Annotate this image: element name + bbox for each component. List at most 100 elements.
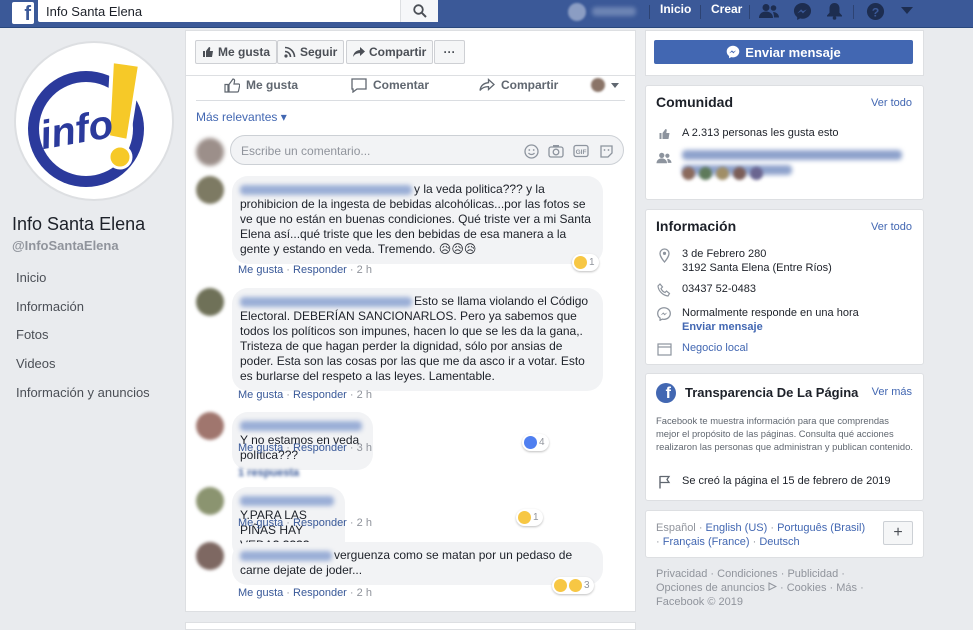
help-icon[interactable]: ? xyxy=(864,1,886,21)
footer-ad-choices-link[interactable]: Opciones de anuncios xyxy=(656,582,765,594)
comment-sort-dropdown[interactable]: Más relevantes ▾ xyxy=(196,110,287,124)
friends-icon[interactable] xyxy=(758,1,780,21)
comment-time[interactable]: 3 h xyxy=(357,442,372,454)
comment-like-link[interactable]: Me gusta xyxy=(238,389,283,401)
page-title[interactable]: Info Santa Elena xyxy=(12,214,145,235)
nav-create-link[interactable]: Crear xyxy=(711,2,742,16)
sidebar-item-home[interactable]: Inicio xyxy=(0,264,180,293)
comment-like-link[interactable]: Me gusta xyxy=(238,442,283,454)
comment-reply-link[interactable]: Responder xyxy=(293,264,347,276)
search-button[interactable] xyxy=(400,0,438,22)
post-reaction-identity-selector[interactable] xyxy=(591,76,619,94)
gif-icon[interactable]: GIF xyxy=(572,142,590,160)
blurred-commenter-name[interactable] xyxy=(240,550,332,561)
community-see-all-link[interactable]: Ver todo xyxy=(871,97,912,109)
footer-advertising-link[interactable]: Publicidad xyxy=(787,568,838,580)
comment-reply-link[interactable]: Responder xyxy=(293,517,347,529)
comment-reply-link[interactable]: Responder xyxy=(293,442,347,454)
comment-time[interactable]: 2 h xyxy=(357,517,372,529)
comment-input[interactable]: Escribe un comentario... GIF xyxy=(230,135,624,165)
address-line-1: 3 de Febrero 280 xyxy=(682,248,767,260)
messenger-icon[interactable] xyxy=(791,1,813,21)
camera-icon[interactable] xyxy=(547,142,565,160)
footer-cookies-link[interactable]: Cookies xyxy=(787,582,827,594)
post-share-button[interactable]: Compartir xyxy=(479,76,558,94)
reaction-count[interactable]: 4 xyxy=(522,434,549,451)
blurred-commenter-name[interactable] xyxy=(240,420,362,431)
info-send-message-link[interactable]: Enviar mensaje xyxy=(682,321,763,333)
avatar[interactable] xyxy=(196,542,224,570)
more-options-button[interactable]: ··· xyxy=(434,40,465,64)
reaction-count[interactable]: 1 xyxy=(572,254,599,271)
sidebar-item-photos[interactable]: Fotos xyxy=(0,321,180,350)
wow-reaction-icon xyxy=(569,579,582,592)
reaction-number: 4 xyxy=(539,437,545,448)
footer-copyright: Facebook © 2019 xyxy=(656,596,743,608)
facebook-logo-icon[interactable]: f xyxy=(12,2,34,24)
blurred-commenter-name[interactable] xyxy=(240,495,334,506)
send-message-button[interactable]: Enviar mensaje xyxy=(654,40,913,64)
emoji-icon[interactable] xyxy=(522,142,540,160)
view-replies-link[interactable]: 1 respuesta xyxy=(238,467,299,479)
comment-like-link[interactable]: Me gusta xyxy=(238,517,283,529)
avatar[interactable] xyxy=(196,412,224,440)
search-input[interactable] xyxy=(38,0,400,22)
avatar[interactable] xyxy=(196,176,224,204)
avatar[interactable] xyxy=(699,167,712,180)
language-option[interactable]: Português (Brasil) xyxy=(777,522,865,534)
transparency-card: f Transparencia De La Página Ver más Fac… xyxy=(645,373,924,501)
page-username[interactable]: @InfoSantaElena xyxy=(12,238,119,253)
community-likes-text: A 2.313 personas les gusta esto xyxy=(682,127,839,139)
language-option[interactable]: English (US) xyxy=(706,522,768,534)
post-like-button[interactable]: Me gusta xyxy=(224,76,298,94)
sidebar-item-about[interactable]: Información xyxy=(0,293,180,322)
comment-reply-link[interactable]: Responder xyxy=(293,389,347,401)
comment-reply-link[interactable]: Responder xyxy=(293,587,347,599)
post-comment-button[interactable]: Comentar xyxy=(351,76,429,94)
account-menu-icon[interactable] xyxy=(896,1,918,21)
avatar[interactable] xyxy=(716,167,729,180)
nav-home-link[interactable]: Inicio xyxy=(660,2,691,16)
add-language-button[interactable]: + xyxy=(883,521,913,545)
transparency-see-more-link[interactable]: Ver más xyxy=(872,386,912,398)
language-option[interactable]: Français (France) xyxy=(663,536,750,548)
footer-privacy-link[interactable]: Privacidad xyxy=(656,568,707,580)
avatar[interactable] xyxy=(733,167,746,180)
comment-time[interactable]: 2 h xyxy=(357,389,372,401)
sidebar-item-videos[interactable]: Videos xyxy=(0,350,180,379)
comment-like-link[interactable]: Me gusta xyxy=(238,587,283,599)
avatar[interactable] xyxy=(196,487,224,515)
comment-text: Esto se llama violando el Código Elector… xyxy=(240,294,589,383)
blurred-commenter-name[interactable] xyxy=(240,296,412,307)
avatar[interactable] xyxy=(196,288,224,316)
sidebar-item-info-ads[interactable]: Información y anuncios xyxy=(0,379,180,408)
comment-like-link[interactable]: Me gusta xyxy=(238,264,283,276)
footer-more-link[interactable]: Más xyxy=(836,582,857,594)
blurred-commenter-name[interactable] xyxy=(240,184,412,195)
reaction-number: 1 xyxy=(533,512,539,523)
nav-profile-link[interactable] xyxy=(568,3,640,21)
thumbs-up-icon xyxy=(203,47,213,57)
reaction-count[interactable]: 3 xyxy=(552,577,594,594)
page-profile-picture[interactable]: info xyxy=(14,41,174,201)
footer-terms-link[interactable]: Condiciones xyxy=(717,568,778,580)
category-link[interactable]: Negocio local xyxy=(682,341,748,355)
comment-input-placeholder: Escribe un comentario... xyxy=(241,144,371,158)
sticker-icon[interactable] xyxy=(597,142,615,160)
notifications-icon[interactable] xyxy=(823,1,845,21)
information-see-all-link[interactable]: Ver todo xyxy=(871,221,912,233)
send-message-label: Enviar mensaje xyxy=(745,44,841,60)
comment-time[interactable]: 2 h xyxy=(357,264,372,276)
share-page-button[interactable]: Compartir xyxy=(346,40,434,64)
comment-time[interactable]: 2 h xyxy=(357,587,372,599)
avatar[interactable] xyxy=(682,167,695,180)
avatar[interactable] xyxy=(750,167,763,180)
follow-button[interactable]: Seguir xyxy=(277,40,345,64)
reaction-count[interactable]: 1 xyxy=(516,509,543,526)
like-reaction-icon xyxy=(524,436,537,449)
footer-links: Privacidad · Condiciones · Publicidad · … xyxy=(656,568,864,608)
category-row: Negocio local xyxy=(656,341,748,357)
phone-text[interactable]: 03437 52-0483 xyxy=(682,282,756,296)
page-like-button[interactable]: Me gusta xyxy=(195,40,278,64)
language-option[interactable]: Deutsch xyxy=(759,536,799,548)
